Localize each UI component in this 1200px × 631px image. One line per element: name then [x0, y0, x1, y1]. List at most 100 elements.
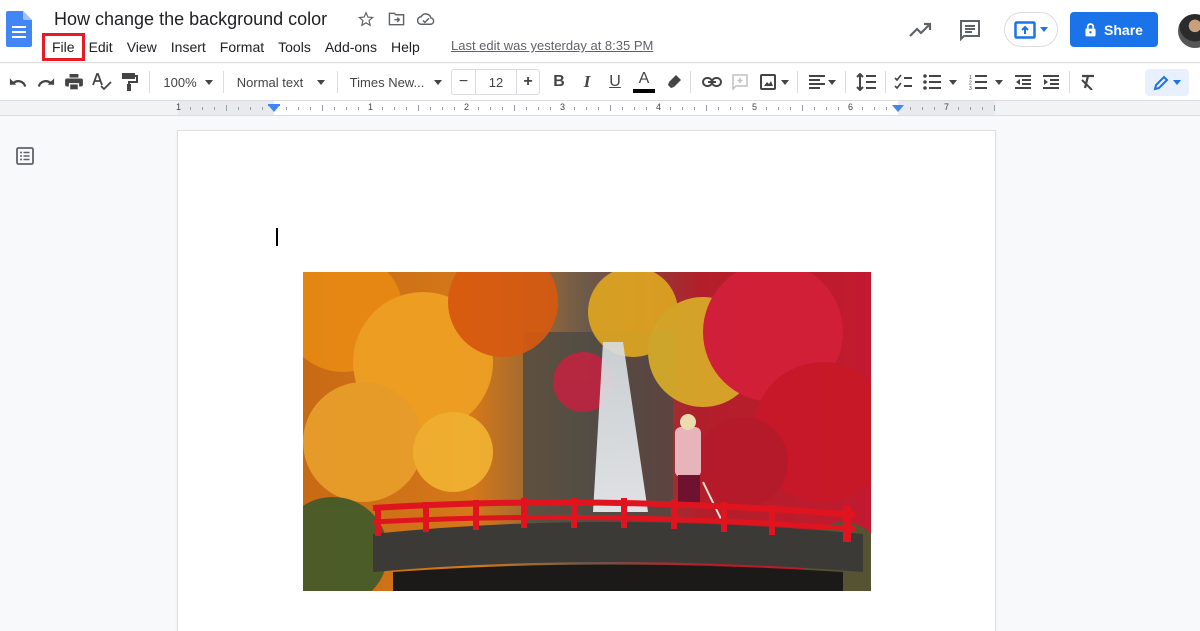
- align-button[interactable]: [806, 64, 838, 100]
- numbered-list-button[interactable]: 123: [966, 64, 1006, 100]
- toolbar-divider: [797, 71, 798, 93]
- ruler-tick: [730, 106, 731, 110]
- spellcheck-button[interactable]: [90, 64, 114, 100]
- clear-formatting-button[interactable]: [1076, 64, 1100, 100]
- ruler-tick: [802, 105, 803, 111]
- align-chevron-down-icon: [827, 79, 836, 85]
- font-size-input[interactable]: 12: [476, 70, 516, 94]
- activity-dashboard-icon[interactable]: [908, 19, 932, 41]
- increase-indent-icon: [1043, 75, 1059, 89]
- ruler-tick: [886, 106, 887, 110]
- font-size-stepper: − 12 +: [451, 69, 540, 95]
- print-icon: [65, 74, 83, 90]
- image-icon: [759, 74, 776, 90]
- move-to-folder-icon[interactable]: [387, 10, 405, 28]
- numbered-list-chevron-down-icon: [995, 79, 1003, 85]
- ruler-tick: [586, 106, 587, 110]
- present-chevron-down-icon[interactable]: [1040, 27, 1048, 32]
- zoom-select[interactable]: 100%: [158, 64, 218, 100]
- paragraph-style-value: Normal text: [236, 74, 304, 90]
- font-family-select[interactable]: Times New...: [348, 64, 444, 100]
- text-cursor: [276, 228, 278, 246]
- paragraph-style-select[interactable]: Normal text: [232, 64, 330, 100]
- insert-link-button[interactable]: [700, 64, 724, 100]
- ruler-tick: [526, 106, 527, 110]
- ruler-tick: [286, 106, 287, 110]
- pencil-icon: [1153, 75, 1169, 90]
- menu-format[interactable]: Format: [213, 36, 271, 58]
- star-icon[interactable]: [357, 10, 375, 28]
- document-outline-icon[interactable]: [16, 147, 34, 165]
- menu-edit[interactable]: Edit: [82, 36, 120, 58]
- ruler-tick: [334, 106, 335, 110]
- add-comment-button[interactable]: [729, 64, 751, 100]
- share-button[interactable]: Share: [1070, 12, 1158, 47]
- toolbar-divider: [1069, 71, 1070, 93]
- ruler-tick: [250, 106, 251, 110]
- menu-insert[interactable]: Insert: [164, 36, 213, 58]
- insert-image-button[interactable]: [757, 64, 791, 100]
- increase-indent-button[interactable]: [1039, 64, 1063, 100]
- last-edit-link[interactable]: Last edit was yesterday at 8:35 PM: [451, 38, 653, 53]
- ruler-tick: [322, 105, 323, 111]
- menu-file[interactable]: File: [42, 33, 85, 61]
- line-spacing-button[interactable]: [853, 64, 879, 100]
- menu-view[interactable]: View: [120, 36, 164, 58]
- docs-logo-icon[interactable]: [6, 11, 32, 47]
- increase-font-size-button[interactable]: +: [516, 70, 539, 94]
- document-title[interactable]: How change the background color: [54, 9, 327, 30]
- right-indent-marker[interactable]: [892, 105, 904, 112]
- decrease-indent-button[interactable]: [1011, 64, 1035, 100]
- ruler-tick: [382, 106, 383, 110]
- highlight-color-button[interactable]: [663, 64, 685, 100]
- ruler-tick: [358, 106, 359, 110]
- ruler-tick: [706, 105, 707, 111]
- cloud-saved-icon[interactable]: [417, 10, 435, 28]
- link-icon: [702, 77, 722, 87]
- menu-addons[interactable]: Add-ons: [318, 36, 384, 58]
- ruler-tick: [718, 106, 719, 110]
- print-button[interactable]: [62, 64, 86, 100]
- ruler-tick: [646, 106, 647, 110]
- editing-mode-button[interactable]: [1145, 69, 1189, 96]
- svg-text:3: 3: [969, 86, 972, 90]
- text-color-glyph: A: [638, 70, 650, 87]
- ruler-tick: [742, 106, 743, 110]
- undo-icon: [9, 78, 27, 87]
- add-comment-icon: [732, 74, 748, 90]
- comment-history-icon[interactable]: [958, 18, 982, 42]
- italic-button[interactable]: I: [576, 64, 598, 100]
- bulleted-list-button[interactable]: [920, 64, 960, 100]
- editing-mode-chevron-down-icon: [1173, 80, 1181, 85]
- ruler-tick: [514, 105, 515, 111]
- ruler-tick: [610, 105, 611, 111]
- decrease-font-size-button[interactable]: −: [452, 70, 476, 94]
- ruler-tick: [826, 106, 827, 110]
- ruler-tick: [490, 106, 491, 110]
- ruler-tick: [298, 106, 299, 110]
- ruler-tick: [538, 106, 539, 110]
- text-color-button[interactable]: A: [632, 64, 656, 100]
- bold-button[interactable]: B: [548, 64, 570, 100]
- bulleted-list-chevron-down-icon: [949, 79, 957, 85]
- left-indent-marker[interactable]: [268, 105, 280, 112]
- ruler-tick: [814, 106, 815, 110]
- underline-button[interactable]: U: [604, 64, 626, 100]
- decrease-indent-icon: [1015, 75, 1031, 89]
- ruler-tick: [874, 106, 875, 110]
- inserted-image[interactable]: Autumn waterfall with red bridge and fig…: [303, 272, 871, 591]
- present-button[interactable]: [1004, 12, 1058, 47]
- ruler-label: 1: [176, 102, 182, 112]
- undo-button[interactable]: [6, 64, 30, 100]
- redo-button[interactable]: [34, 64, 58, 100]
- ruler-tick: [238, 106, 239, 110]
- redo-icon: [37, 78, 55, 87]
- menu-tools[interactable]: Tools: [271, 36, 318, 58]
- text-color-swatch: [633, 89, 655, 93]
- checklist-button[interactable]: [891, 64, 915, 100]
- ruler-tick: [262, 106, 263, 110]
- ruler-tick: [346, 106, 347, 110]
- ruler-tick: [394, 106, 395, 110]
- menu-help[interactable]: Help: [384, 36, 427, 58]
- paint-format-button[interactable]: [118, 64, 142, 100]
